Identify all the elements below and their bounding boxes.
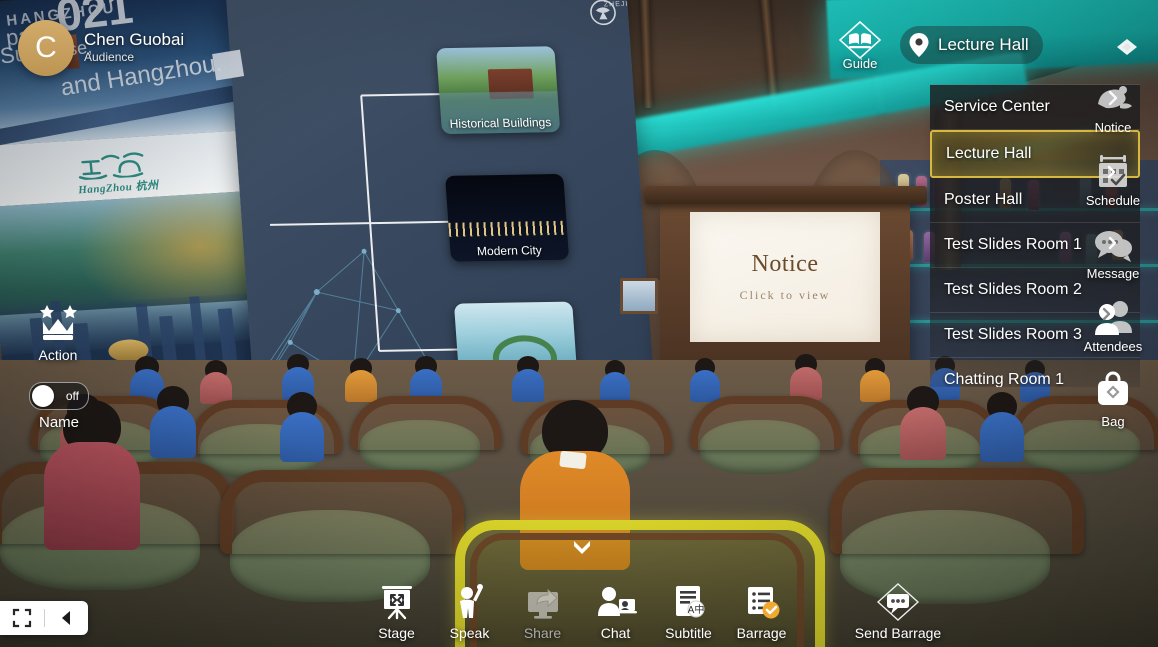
dropdown-item-label: Test Slides Room 3 — [944, 326, 1082, 343]
location-label: Lecture Hall — [938, 35, 1029, 54]
action-label: Action — [38, 347, 78, 363]
sidebar-label-message: Message — [1086, 266, 1140, 281]
stage-icon — [381, 586, 412, 620]
send-barrage-icon — [876, 583, 920, 621]
toolbar-button-stage[interactable]: Stage — [360, 582, 433, 641]
chevron-down-icon[interactable] — [570, 536, 594, 563]
name-label: Name — [38, 414, 79, 431]
sidebar-label-attendees: Attendees — [1083, 339, 1143, 354]
sidebar-item-notice[interactable]: Notice — [1079, 78, 1147, 135]
toolbar-label-stage: Stage — [378, 625, 415, 641]
toolbar-label-chat: Chat — [600, 625, 631, 641]
bag-icon — [1098, 371, 1128, 405]
user-profile-card[interactable]: C Chen Guobai Audience — [18, 20, 184, 76]
location-selector[interactable]: Lecture Hall — [900, 26, 1043, 64]
dropdown-item-label: Test Slides Room 2 — [944, 281, 1082, 298]
share-icon — [527, 588, 558, 619]
hud-overlay: C Chen Guobai Audience Guide Lecture Hal… — [0, 0, 1158, 647]
toolbar-label-barrage: Barrage — [736, 625, 787, 641]
name-toggle-block: off Name — [24, 382, 94, 431]
user-name: Chen Guobai — [84, 30, 185, 50]
toolbar-button-subtitle[interactable]: A中 Subtitle — [652, 582, 725, 641]
bottom-toolbar: Stage Speak Share Chat A中 Subtitle Barra… — [360, 582, 798, 641]
diamond-icon[interactable] — [1114, 36, 1140, 63]
schedule-icon — [1099, 155, 1127, 187]
speak-icon — [459, 584, 483, 618]
toolbar-button-chat[interactable]: Chat — [579, 582, 652, 641]
fullscreen-icon — [12, 608, 31, 628]
sidebar-item-attendees[interactable]: Attendees — [1079, 297, 1147, 354]
subtitle-icon: A中 — [675, 586, 704, 618]
guide-book-icon — [838, 20, 882, 59]
corner-controls — [0, 601, 88, 635]
toolbar-label-speak: Speak — [449, 625, 490, 641]
sidebar-item-bag[interactable]: Bag — [1079, 370, 1147, 429]
sidebar-label-notice: Notice — [1094, 120, 1132, 135]
notice-icon — [1098, 86, 1132, 109]
avatar[interactable]: C — [18, 20, 74, 76]
dropdown-item-label: Service Center — [944, 98, 1050, 115]
svg-text:A中: A中 — [687, 603, 704, 616]
chat-icon — [597, 587, 637, 616]
guide-label: Guide — [842, 55, 878, 71]
dropdown-item-label: Test Slides Room 1 — [944, 236, 1082, 253]
action-crown-icon — [40, 305, 77, 340]
toggle-state-label: off — [65, 389, 79, 403]
collapse-left-icon — [62, 611, 71, 625]
sidebar-item-message[interactable]: Message — [1079, 224, 1147, 281]
toolbar-label-share: Share — [523, 625, 562, 641]
toolbar-button-barrage[interactable]: Barrage — [725, 582, 798, 641]
guide-button[interactable]: Guide — [833, 18, 887, 72]
user-role: Audience — [84, 49, 135, 64]
toolbar-button-speak[interactable]: Speak — [433, 582, 506, 641]
message-icon — [1095, 231, 1132, 262]
send-barrage-label: Send Barrage — [854, 625, 942, 641]
toolbar-label-subtitle: Subtitle — [665, 625, 712, 641]
dropdown-item-label: Chatting Room 1 — [944, 371, 1065, 387]
toolbar-button-share[interactable]: Share — [506, 582, 579, 641]
action-button[interactable]: Action — [26, 300, 90, 363]
sidebar-label-bag: Bag — [1101, 414, 1125, 429]
right-sidebar: Notice Schedule Message Attendees Bag — [1076, 78, 1150, 429]
location-pin-icon — [909, 33, 929, 57]
virtual-lecture-hall-app: HangZhou 杭州 Historical Buildings Modern … — [0, 0, 1158, 647]
dropdown-item-label: Lecture Hall — [946, 145, 1032, 162]
toggle-knob — [32, 385, 54, 407]
sidebar-label-schedule: Schedule — [1085, 193, 1141, 208]
attendees-icon — [1095, 301, 1132, 335]
collapse-button[interactable] — [45, 601, 89, 635]
name-toggle[interactable]: off — [29, 382, 89, 410]
send-barrage-button[interactable]: Send Barrage — [848, 581, 948, 641]
dropdown-item-label: Poster Hall — [944, 191, 1023, 208]
barrage-icon — [747, 587, 779, 619]
fullscreen-button[interactable] — [0, 601, 44, 635]
sidebar-item-schedule[interactable]: Schedule — [1079, 151, 1147, 208]
